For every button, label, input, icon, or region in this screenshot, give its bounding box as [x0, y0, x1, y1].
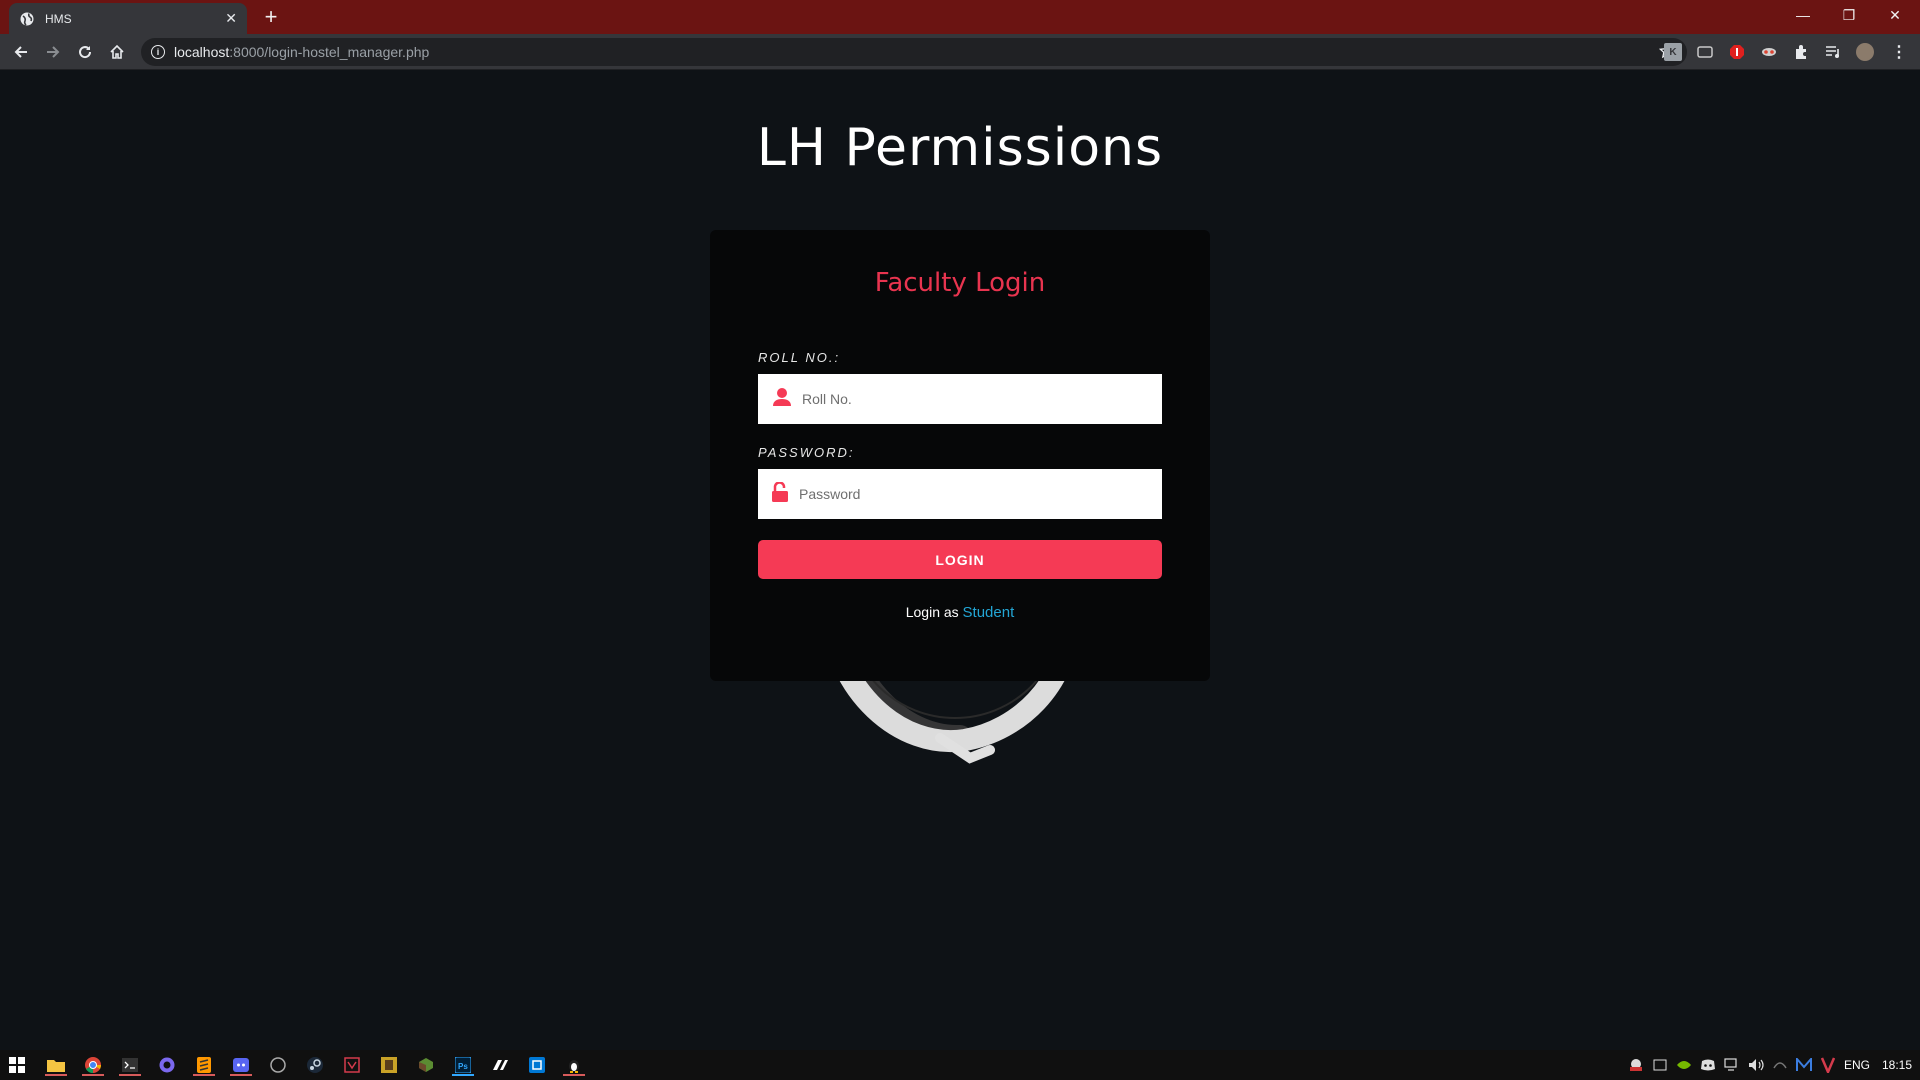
page-title: LH Permissions: [756, 118, 1164, 178]
password-field[interactable]: [758, 469, 1162, 519]
svg-text:Ps: Ps: [458, 1062, 468, 1071]
info-icon[interactable]: i: [151, 45, 165, 59]
discord-tray-icon[interactable]: [1697, 1054, 1719, 1076]
roll-no-label: ROLL NO.:: [758, 350, 841, 365]
file-explorer-icon[interactable]: [45, 1054, 67, 1076]
tray-app-icon[interactable]: [1625, 1054, 1647, 1076]
volume-icon[interactable]: [1745, 1054, 1767, 1076]
tab-close-icon[interactable]: ✕: [225, 10, 237, 27]
login-heading: Faculty Login: [874, 268, 1046, 298]
roll-no-input[interactable]: [802, 391, 1132, 407]
tray-keyboard-icon[interactable]: [1649, 1054, 1671, 1076]
extension-reader-icon[interactable]: [1696, 43, 1714, 61]
new-tab-button[interactable]: +: [258, 4, 284, 30]
app-circle-icon[interactable]: [267, 1054, 289, 1076]
minimize-button[interactable]: —: [1780, 0, 1826, 30]
extension-k-icon[interactable]: K: [1664, 43, 1682, 61]
window-close-button[interactable]: ✕: [1872, 0, 1918, 30]
steam-icon[interactable]: [304, 1054, 326, 1076]
clock-time[interactable]: 18:15: [1882, 1058, 1912, 1072]
tray-v-shield-icon[interactable]: [1817, 1054, 1839, 1076]
media-playlist-icon[interactable]: [1824, 43, 1842, 61]
sublime-text-icon[interactable]: [193, 1054, 215, 1076]
browser-menu-icon[interactable]: ⋮: [1890, 43, 1908, 61]
language-indicator[interactable]: ENG: [1844, 1058, 1870, 1072]
restore-button[interactable]: ❐: [1826, 0, 1872, 30]
tab-title: HMS: [45, 11, 72, 26]
extension-adblock-icon[interactable]: [1728, 43, 1746, 61]
globe-icon: [19, 11, 35, 27]
roll-no-field[interactable]: [758, 374, 1162, 424]
network-icon[interactable]: [1721, 1054, 1743, 1076]
chrome-icon[interactable]: [82, 1054, 104, 1076]
nvidia-icon[interactable]: [1673, 1054, 1695, 1076]
outlook-icon[interactable]: [526, 1054, 548, 1076]
forward-arrow-icon[interactable]: [40, 39, 66, 65]
login-card: Faculty Login ROLL NO.: PASSWORD: LOGIN …: [710, 230, 1210, 681]
address-bar[interactable]: i localhost:8000/login-hostel_manager.ph…: [141, 38, 1687, 66]
windows-taskbar: Ps ENG 18:15: [0, 1050, 1920, 1080]
login-button[interactable]: LOGIN: [758, 540, 1162, 579]
unlock-icon: [771, 480, 789, 507]
student-login-link[interactable]: Student: [963, 604, 1015, 621]
app-v-icon[interactable]: [341, 1054, 363, 1076]
tray-wifi-icon[interactable]: [1769, 1054, 1791, 1076]
discord-app-icon[interactable]: [230, 1054, 252, 1076]
tray-m-icon[interactable]: [1793, 1054, 1815, 1076]
extensions-puzzle-icon[interactable]: [1792, 43, 1810, 61]
photoshop-icon[interactable]: Ps: [452, 1054, 474, 1076]
linux-tux-icon[interactable]: [563, 1054, 585, 1076]
terminal-icon[interactable]: [119, 1054, 141, 1076]
password-label: PASSWORD:: [758, 445, 855, 460]
home-icon[interactable]: [104, 39, 130, 65]
switch-login-line: Login as Student: [710, 604, 1210, 621]
reload-icon[interactable]: [72, 39, 98, 65]
url-host: localhost: [174, 44, 230, 60]
app-c-icon[interactable]: [156, 1054, 178, 1076]
browser-toolbar: i localhost:8000/login-hostel_manager.ph…: [0, 34, 1920, 70]
extension-mask-icon[interactable]: [1760, 43, 1778, 61]
minecraft-icon[interactable]: [415, 1054, 437, 1076]
browser-tab-strip: HMS ✕ + — ❐ ✕: [0, 0, 1920, 34]
app-game-icon[interactable]: [378, 1054, 400, 1076]
password-input[interactable]: [799, 486, 1129, 502]
windows-start-icon[interactable]: [6, 1054, 28, 1076]
back-arrow-icon[interactable]: [8, 39, 34, 65]
app-gv-icon[interactable]: [489, 1054, 511, 1076]
user-icon: [772, 387, 792, 412]
profile-avatar[interactable]: [1856, 43, 1874, 61]
switch-login-prefix: Login as: [905, 604, 959, 620]
browser-tab-hms[interactable]: HMS ✕: [9, 3, 247, 34]
url-path: :8000/login-hostel_manager.php: [229, 44, 430, 60]
